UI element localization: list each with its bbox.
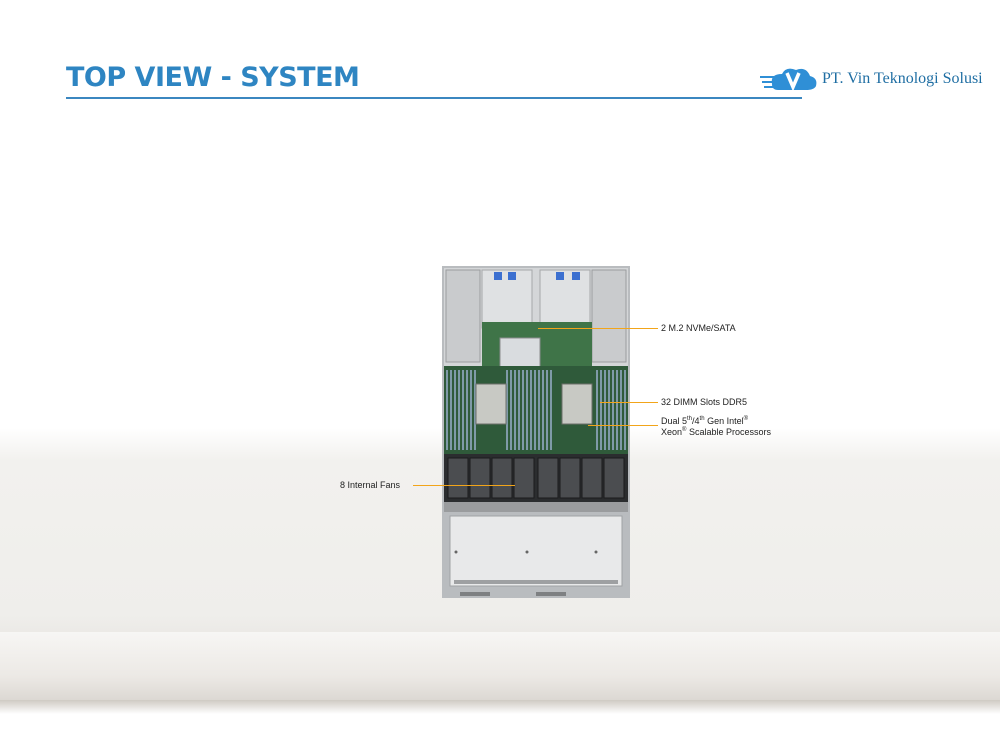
m2-leader-line [538,328,658,329]
cpu-line2-b: Scalable Processors [686,427,771,437]
server-top-view-image [442,266,630,598]
cpu-leader-line [588,425,658,426]
cpu-callout: Dual 5th/4th Gen Intel® Xeon® Scalable P… [661,416,771,438]
fans-callout: 8 Internal Fans [340,480,401,490]
dimm-callout: 32 DIMM Slots DDR5 [661,397,748,407]
page-title: TOP VIEW - SYSTEM [66,62,360,93]
cpu-line1-sup3: ® [743,416,749,422]
title-divider [66,97,802,99]
cpu-line2-a: Xeon [661,427,683,437]
shelf-shadow [0,700,1000,714]
cpu-line1-c: Gen Intel [704,416,744,426]
m2-callout: 2 M.2 NVMe/SATA [661,323,736,333]
dimm-leader-line [600,402,658,403]
cloud-v-icon [760,68,817,92]
cpu-line1-b: /4 [692,416,700,426]
cpu-line1-a: Dual 5 [661,416,688,426]
fans-leader-line [413,485,515,486]
company-name: PT. Vin Teknologi Solusi [822,70,983,87]
